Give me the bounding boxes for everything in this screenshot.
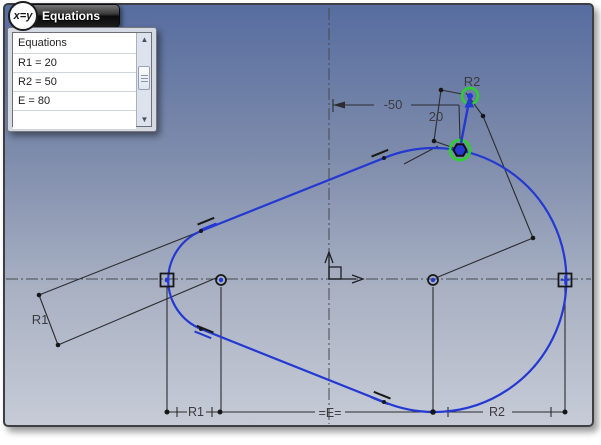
equations-xy-icon-text: x=y	[14, 10, 33, 22]
r2-leader-line[interactable]	[438, 93, 533, 277]
dim-e-text[interactable]: =E=	[319, 406, 342, 420]
equations-panel: Equations R1 = 20 R2 = 50 E = 80 ▲ ▼	[7, 27, 157, 132]
sketch-point-dots[interactable]	[37, 88, 568, 415]
r1-leader-to-center[interactable]	[58, 278, 216, 345]
equation-row-r1[interactable]: R1 = 20	[13, 54, 136, 73]
equation-row-r2[interactable]: R2 = 50	[13, 73, 136, 92]
equations-xy-icon: x=y	[8, 1, 38, 31]
dim-offset-text[interactable]: -50	[384, 97, 403, 112]
belt-profile-curve[interactable]	[168, 148, 566, 412]
equations-list: Equations R1 = 20 R2 = 50 E = 80 ▲ ▼	[12, 32, 152, 127]
r1-radius-label[interactable]: R1	[32, 312, 49, 327]
tangent-icon	[198, 218, 217, 230]
dim-r2-text[interactable]: R2	[489, 405, 505, 419]
dim-r1-text[interactable]: R1	[188, 405, 204, 419]
selected-arc-point-highlight[interactable]	[450, 140, 470, 160]
r2-ext-line[interactable]	[441, 90, 462, 94]
scrollbar-thumb[interactable]	[138, 66, 150, 90]
sketch-markers[interactable]	[161, 274, 572, 287]
scroll-up-icon[interactable]: ▲	[137, 33, 152, 46]
right-quadrant-point-marker[interactable]	[559, 274, 572, 287]
equations-list-header[interactable]: Equations	[13, 33, 136, 54]
equation-row-empty[interactable]	[13, 111, 136, 130]
r2-radius-label[interactable]: R2	[464, 74, 481, 89]
equations-scrollbar[interactable]: ▲ ▼	[136, 33, 151, 126]
left-quadrant-point-marker[interactable]	[161, 274, 174, 287]
equation-row-e[interactable]: E = 80	[13, 92, 136, 111]
tangent-icon	[372, 150, 391, 162]
app-window: -50 20 R2 R1 R1 =E= R2 Equations x=y Equ…	[0, 0, 601, 445]
origin-axes-icon	[325, 252, 363, 283]
dim-50-arrowhead	[333, 102, 345, 109]
equations-panel-title: Equations	[42, 9, 100, 23]
dim-height-text[interactable]: 20	[429, 109, 443, 124]
highlighted-points[interactable]	[450, 88, 478, 160]
scrollbar-grip-icon	[141, 75, 148, 82]
left-circle-center-marker[interactable]	[216, 275, 226, 285]
equations-rows: Equations R1 = 20 R2 = 50 E = 80	[13, 33, 136, 126]
scroll-down-icon[interactable]: ▼	[137, 113, 152, 126]
dim-50-ext	[459, 105, 460, 139]
r1-leader-to-tangent[interactable]	[39, 231, 201, 295]
right-circle-center-marker[interactable]	[428, 275, 438, 285]
selection-arrow	[461, 96, 474, 143]
dimension-lines[interactable]	[39, 90, 565, 417]
